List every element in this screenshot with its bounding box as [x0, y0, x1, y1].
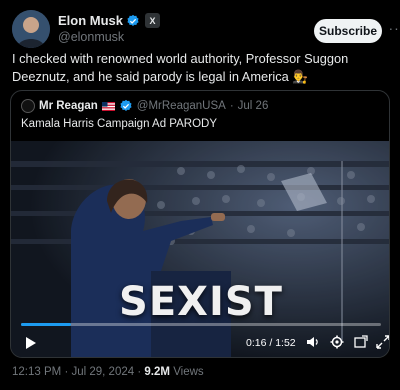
verified-badge-icon	[127, 14, 139, 26]
author-display-name[interactable]: Elon Musk	[58, 13, 123, 28]
author-handle[interactable]: @elonmusk	[58, 29, 160, 45]
quote-date[interactable]: Jul 26	[238, 100, 269, 112]
play-icon[interactable]	[25, 336, 37, 350]
author-avatar[interactable]	[12, 10, 50, 48]
fullscreen-icon[interactable]	[376, 335, 390, 349]
subscribe-button[interactable]: Subscribe	[314, 19, 382, 43]
avatar-image	[12, 10, 50, 48]
footer-separator: ·	[64, 366, 69, 378]
more-options-icon[interactable]: ···	[388, 21, 400, 39]
quote-separator: ·	[229, 100, 234, 112]
quote-verified-badge-icon	[120, 99, 132, 111]
volume-icon[interactable]	[306, 335, 320, 349]
quote-header: Mr Reagan @MrReaganUSA · Jul 26	[21, 98, 268, 114]
video-overlay-caption: SEXIST	[119, 279, 283, 325]
tweet-text: I checked with renowned world authority,…	[12, 51, 349, 84]
tweet-header: Elon Musk X @elonmusk Subscribe ···	[12, 10, 400, 54]
picture-in-picture-icon[interactable]	[354, 335, 368, 349]
tweet-footer: 12:13 PM · Jul 29, 2024 · 9.2M Views	[12, 366, 204, 378]
quote-author-name[interactable]: Mr Reagan	[39, 100, 98, 112]
quoted-tweet[interactable]: Mr Reagan @MrReaganUSA · Jul 26 Kamala H…	[10, 90, 390, 358]
footer-separator-2: ·	[137, 366, 142, 378]
post-date[interactable]: Jul 29, 2024	[71, 366, 134, 378]
video-player[interactable]: SEXIST 0:16 / 1:52	[11, 141, 390, 357]
author-names: Elon Musk X @elonmusk	[58, 12, 161, 45]
video-time: 0:16 / 1:52	[246, 337, 296, 349]
quote-text: Kamala Harris Campaign Ad PARODY	[21, 118, 217, 130]
settings-gear-icon[interactable]	[330, 335, 344, 349]
x-affiliate-badge-icon: X	[145, 13, 161, 28]
video-progress-fill	[21, 323, 72, 326]
quote-author-handle[interactable]: @MrReaganUSA	[137, 100, 226, 112]
post-time[interactable]: 12:13 PM	[12, 366, 61, 378]
quote-author-avatar[interactable]	[21, 99, 35, 113]
tweet: Elon Musk X @elonmusk Subscribe ··· I ch…	[0, 0, 400, 390]
display-name-row: Elon Musk X	[58, 12, 161, 29]
video-progress-bar[interactable]	[21, 323, 381, 326]
views-label: Views	[173, 366, 204, 378]
us-flag-icon	[101, 101, 115, 111]
views-count: 9.2M	[144, 366, 170, 378]
